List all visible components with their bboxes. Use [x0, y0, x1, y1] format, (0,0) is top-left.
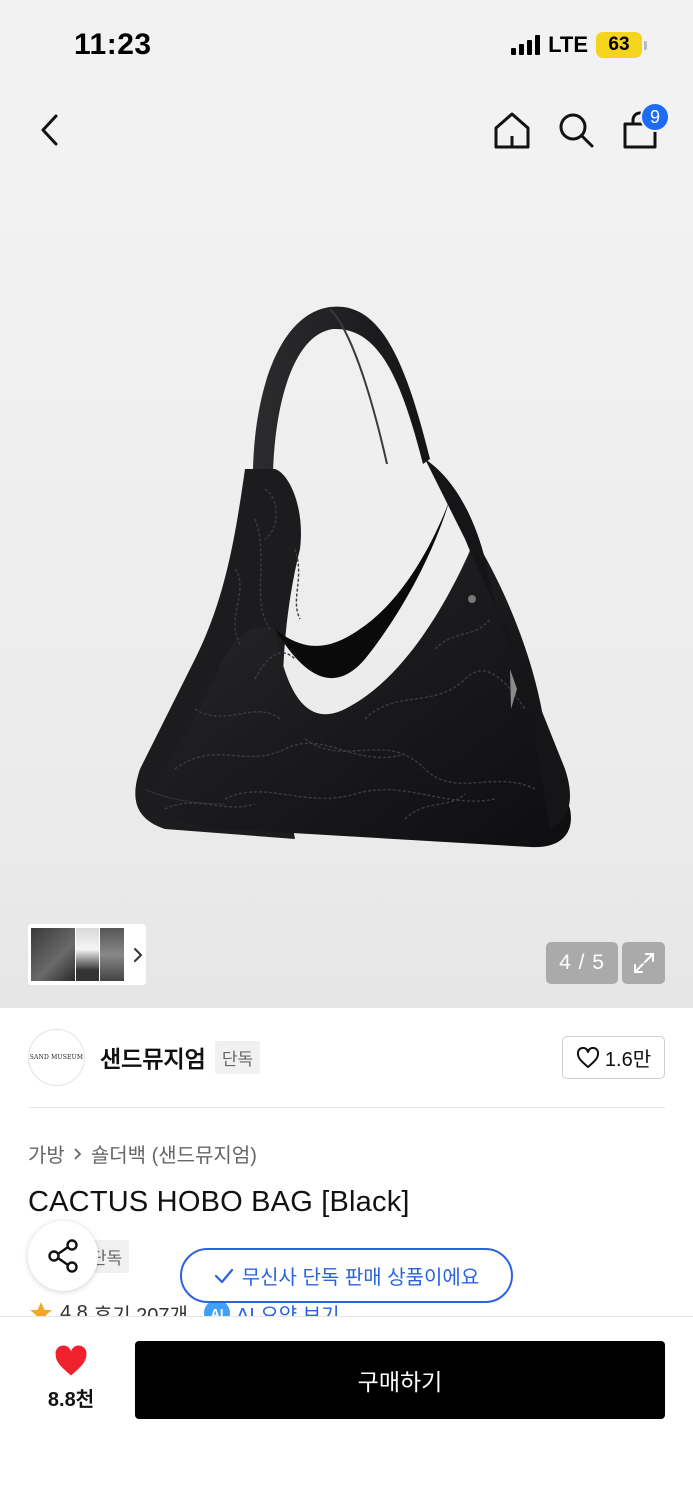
- thumbnail-strip[interactable]: [28, 924, 146, 985]
- product-image-gallery[interactable]: 4 / 5: [0, 174, 693, 1008]
- search-icon: [559, 113, 594, 148]
- home-button[interactable]: [488, 104, 536, 156]
- exclusive-notice-text: 무신사 단독 판매 상품이에요: [241, 1267, 480, 1289]
- signal-icon: [511, 35, 541, 55]
- home-icon: [494, 112, 530, 149]
- back-button[interactable]: [26, 104, 74, 156]
- brand-like-count: 1.6만: [604, 1049, 652, 1071]
- network-type: LTE: [548, 32, 588, 57]
- bottom-action-bar: 8.8천 구매하기: [0, 1316, 693, 1500]
- exclusive-notice-toast: 무신사 단독 판매 상품이에요: [180, 1248, 513, 1303]
- buy-button[interactable]: 구매하기: [135, 1341, 665, 1419]
- top-nav: 9: [0, 90, 693, 174]
- expand-icon: [633, 953, 654, 973]
- heart-outline-icon: [576, 1046, 599, 1068]
- check-icon: [214, 1268, 233, 1283]
- status-indicators: LTE 63: [511, 32, 647, 58]
- wishlist-count: 8.8천: [47, 1389, 95, 1411]
- chevron-right-icon[interactable]: [133, 947, 143, 963]
- breadcrumb-category[interactable]: 가방: [28, 1139, 65, 1168]
- thumbnail-image[interactable]: [75, 928, 100, 981]
- brand-logo[interactable]: SAND MUSEUM: [28, 1028, 85, 1086]
- status-time: 11:23: [74, 28, 152, 61]
- exclusive-tag: 단독: [214, 1040, 261, 1074]
- image-counter: 4 / 5: [546, 942, 618, 984]
- expand-image-button[interactable]: [622, 942, 665, 984]
- back-icon: [41, 114, 58, 146]
- brand-row[interactable]: SAND MUSEUM 샌드뮤지엄 단독 1.6만: [28, 1028, 665, 1086]
- status-bar: 11:23 LTE 63: [0, 0, 693, 90]
- heart-filled-icon: [55, 1345, 87, 1376]
- divider: [28, 1107, 665, 1108]
- product-title: CACTUS HOBO BAG [Black]: [28, 1186, 410, 1218]
- brand-name[interactable]: 샌드뮤지엄: [100, 1040, 206, 1074]
- battery-icon: 63: [596, 32, 647, 58]
- breadcrumb: 가방 숄더백 (샌드뮤지엄): [28, 1139, 257, 1168]
- share-icon: [48, 1239, 78, 1273]
- share-button[interactable]: [28, 1221, 98, 1291]
- wishlist-button[interactable]: 8.8천: [30, 1345, 112, 1412]
- breadcrumb-subcategory[interactable]: 숄더백 (샌드뮤지엄): [91, 1139, 257, 1168]
- product-image-hobo-bag: [135, 306, 571, 848]
- search-button[interactable]: [552, 104, 600, 156]
- chevron-right-icon: [73, 1147, 83, 1161]
- brand-like-button[interactable]: 1.6만: [562, 1036, 665, 1079]
- thumbnail-image[interactable]: [31, 928, 75, 981]
- thumbnail-image[interactable]: [100, 928, 124, 981]
- cart-count-badge: 9: [640, 102, 670, 132]
- cart-button[interactable]: 9: [616, 102, 670, 156]
- battery-level: 63: [596, 32, 642, 58]
